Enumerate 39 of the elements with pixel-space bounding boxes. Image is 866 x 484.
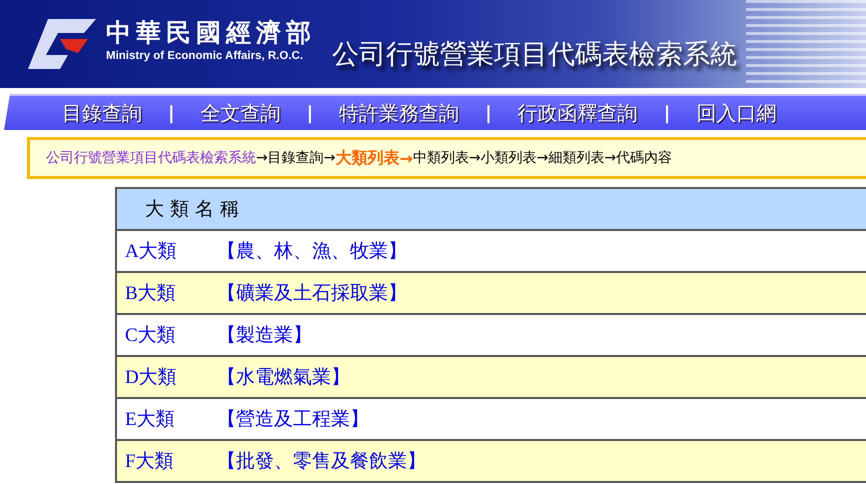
breadcrumb-arrow: → <box>324 150 336 166</box>
breadcrumb-item: 代碼內容 <box>616 149 672 167</box>
breadcrumb-arrow: → <box>468 150 481 166</box>
breadcrumb-item: 目錄查詢 <box>268 149 324 167</box>
category-name-link[interactable]: 【批發、零售及餐飲業】 <box>217 448 426 474</box>
breadcrumb-arrow: → <box>256 150 268 166</box>
category-name-link[interactable]: 【水電燃氣業】 <box>217 364 350 390</box>
category-name-link[interactable]: 【礦業及土石採取業】 <box>217 280 407 306</box>
system-title: 公司行號營業項目代碼表檢索系統 <box>332 38 737 72</box>
nav-separator: | <box>664 102 670 124</box>
category-name-link[interactable]: 【農、林、漁、牧業】 <box>217 238 407 264</box>
category-code-link[interactable]: C大類 <box>125 322 217 348</box>
category-code-link[interactable]: D大類 <box>125 364 217 390</box>
category-name-link[interactable]: 【營造及工程業】 <box>217 406 369 432</box>
ministry-name: 中華民國經濟部 <box>106 18 316 48</box>
nav-link[interactable]: 行政函釋查詢 <box>518 100 638 126</box>
ministry-logo-icon <box>28 19 96 69</box>
breadcrumb-arrow: → <box>536 150 548 166</box>
category-code-link[interactable]: F大類 <box>125 448 217 474</box>
nav-separator: | <box>306 102 314 124</box>
breadcrumb-link[interactable]: 公司行號營業項目代碼表檢索系統 <box>46 149 256 167</box>
nav-link[interactable]: 回入口網 <box>696 100 776 126</box>
breadcrumb-current: 大類列表 <box>335 148 400 168</box>
column-header: 大 類 名 稱 <box>117 189 866 231</box>
nav-link[interactable]: 全文查詢 <box>200 100 281 126</box>
category-code-link[interactable]: E大類 <box>125 406 217 432</box>
breadcrumb-item: 中類列表 <box>412 149 469 167</box>
breadcrumb-item: 小類列表 <box>480 149 537 167</box>
breadcrumb-item: 細類列表 <box>548 149 604 167</box>
category-code-link[interactable]: A大類 <box>125 238 217 264</box>
ministry-name-english: Ministry of Economic Affairs, R.O.C. <box>106 50 304 62</box>
category-code-link[interactable]: B大類 <box>125 280 217 306</box>
breadcrumb-arrow: → <box>604 150 616 166</box>
category-name-link[interactable]: 【製造業】 <box>217 322 312 348</box>
nav-link[interactable]: 特許業務查詢 <box>339 100 460 126</box>
nav-separator: | <box>168 102 175 124</box>
nav-link[interactable]: 目錄查詢 <box>62 100 142 126</box>
nav-separator: | <box>485 102 492 124</box>
breadcrumb-arrow: → <box>399 148 413 168</box>
